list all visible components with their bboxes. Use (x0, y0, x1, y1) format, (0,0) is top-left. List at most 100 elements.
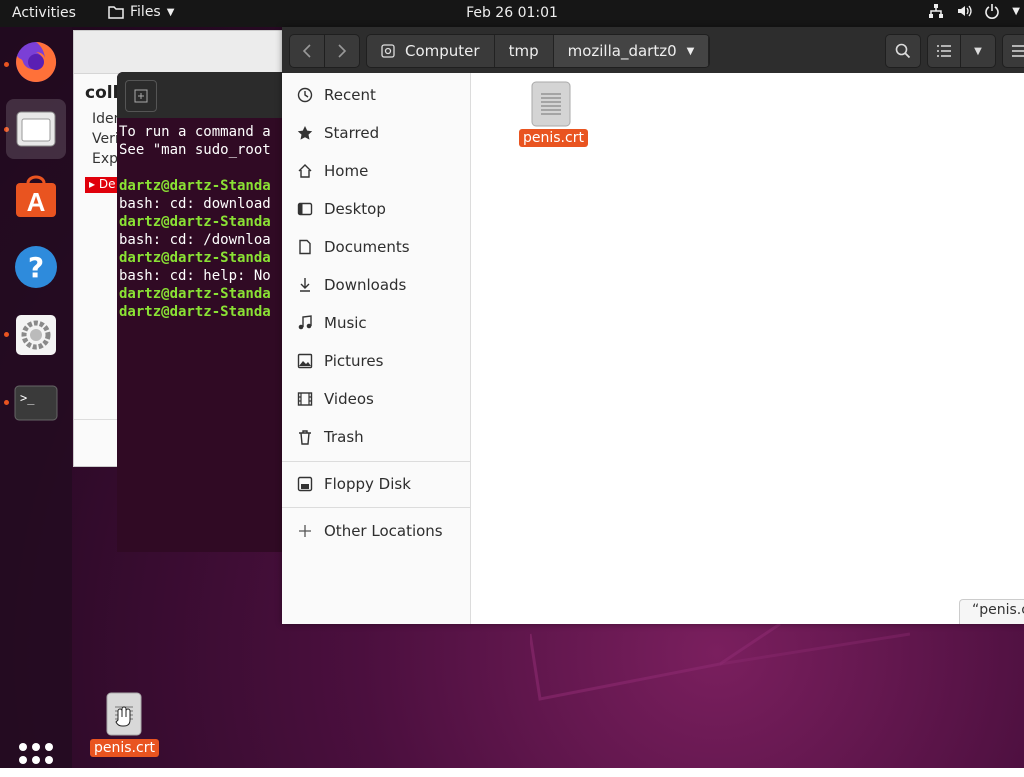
list-view-icon (937, 45, 951, 57)
volume-icon (958, 5, 972, 17)
home-icon (282, 163, 324, 179)
desktop-file-label[interactable]: penis.crt (90, 739, 159, 757)
sidebar-item-label: Recent (324, 86, 376, 104)
text-file-icon[interactable] (531, 81, 571, 127)
sidebar-item-label: Other Locations (324, 522, 443, 540)
sidebar-item-pictures[interactable]: Pictures (282, 343, 470, 379)
caret-down-icon: ▼ (166, 6, 175, 18)
forward-button[interactable] (324, 34, 360, 68)
terminal-line: bash: cd: help: No (119, 268, 271, 284)
dock-item-help[interactable]: ? (6, 237, 66, 297)
back-button[interactable] (289, 34, 325, 68)
dock-item-settings[interactable] (6, 305, 66, 365)
chevron-left-icon (302, 44, 311, 58)
new-tab-icon (134, 89, 148, 103)
star-icon (282, 125, 324, 141)
sidebar-item-home[interactable]: Home (282, 153, 470, 189)
download-icon (282, 277, 324, 293)
info-row: Exp (92, 151, 119, 167)
settings-icon (16, 315, 56, 355)
sidebar-divider (282, 461, 470, 462)
terminal-window[interactable]: To run a command a See "man sudo_root dar… (117, 72, 292, 552)
svg-text:?: ? (28, 251, 44, 284)
path-segment-computer[interactable]: Computer (367, 35, 495, 67)
terminal-line: dartz@dartz-Standa (119, 250, 271, 266)
terminal-header (117, 72, 292, 118)
software-icon: A (16, 175, 56, 217)
sidebar-item-recent[interactable]: Recent (282, 77, 470, 113)
search-button[interactable] (885, 34, 921, 68)
sidebar-item-label: Documents (324, 238, 410, 256)
terminal-icon: >_ (14, 385, 58, 421)
files-icon (16, 111, 56, 147)
list-view-button[interactable] (927, 34, 961, 68)
dock-item-terminal[interactable]: >_ (6, 373, 66, 433)
terminal-line: dartz@dartz-Standa (119, 214, 271, 230)
terminal-line: See "man sudo_root (119, 142, 271, 158)
view-options-button[interactable]: ▼ (960, 34, 996, 68)
system-tray[interactable]: ▼ (928, 3, 1024, 19)
path-segment-current[interactable]: mozilla_dartz0 ▼ (553, 35, 710, 67)
path-segment-tmp[interactable]: tmp (494, 35, 554, 67)
power-icon (985, 4, 1000, 19)
floppy-disk-icon (282, 476, 324, 492)
network-icon (929, 4, 944, 18)
music-note-icon (282, 315, 324, 331)
sidebar-item-label: Trash (324, 428, 364, 446)
places-sidebar: Recent Starred Home Desktop Documents Downloa… (282, 73, 471, 624)
file-view[interactable]: penis.crt “penis.c (471, 73, 1024, 624)
activities-button[interactable]: Activities (12, 5, 76, 21)
sidebar-item-music[interactable]: Music (282, 305, 470, 341)
path-label: tmp (508, 42, 539, 60)
sidebar-item-other-locations[interactable]: Other Locations (282, 513, 470, 549)
path-bar: Computer tmp mozilla_dartz0 ▼ (366, 34, 711, 68)
terminal-output[interactable]: To run a command a See "man sudo_root dar… (117, 118, 292, 321)
trash-icon (282, 429, 324, 445)
chevron-right-icon (338, 44, 347, 58)
sidebar-item-label: Downloads (324, 276, 407, 294)
sidebar-item-floppy-disk[interactable]: Floppy Disk (282, 466, 470, 502)
new-tab-button[interactable] (125, 80, 157, 112)
menu-button[interactable] (1002, 34, 1024, 68)
sidebar-item-label: Starred (324, 124, 380, 142)
svg-text:>_: >_ (20, 391, 35, 405)
document-icon (282, 239, 324, 255)
file-name-label[interactable]: penis.crt (519, 129, 588, 147)
top-bar: Activities Files ▼ Feb 26 01:01 ▼ (0, 0, 1024, 27)
desktop-file-icon[interactable] (106, 692, 142, 736)
caret-down-icon: ▼ (974, 45, 982, 57)
terminal-line: To run a command a (119, 124, 271, 140)
desktop-icon (282, 201, 324, 217)
terminal-line: dartz@dartz-Standa (119, 286, 271, 302)
sidebar-item-label: Pictures (324, 352, 384, 370)
dock-item-software[interactable]: A (6, 167, 66, 227)
caret-down-icon: ▼ (686, 45, 695, 57)
firefox-icon (16, 41, 57, 82)
terminal-line: dartz@dartz-Standa (119, 304, 271, 320)
path-label: Computer (405, 42, 480, 60)
sidebar-item-trash[interactable]: Trash (282, 419, 470, 455)
dock-item-files[interactable] (6, 99, 66, 159)
status-overlay: “penis.c (959, 599, 1024, 624)
sidebar-item-documents[interactable]: Documents (282, 229, 470, 265)
sidebar-item-starred[interactable]: Starred (282, 115, 470, 151)
files-window[interactable]: Computer tmp mozilla_dartz0 ▼ ▼ Recent St… (282, 27, 1024, 624)
folder-icon (108, 6, 124, 19)
wallpaper-decoration (530, 624, 910, 701)
terminal-line: bash: cd: /downloa (119, 232, 271, 248)
dock-item-firefox[interactable] (6, 32, 66, 92)
sidebar-item-downloads[interactable]: Downloads (282, 267, 470, 303)
clock[interactable]: Feb 26 01:01 (466, 5, 558, 21)
caret-down-icon: ▼ (1012, 5, 1020, 17)
sidebar-item-desktop[interactable]: Desktop (282, 191, 470, 227)
app-menu[interactable]: Files ▼ (108, 4, 174, 20)
sidebar-divider (282, 507, 470, 508)
hamburger-icon (1012, 45, 1024, 57)
sidebar-item-videos[interactable]: Videos (282, 381, 470, 417)
picture-icon (282, 353, 324, 369)
info-row: Veri (92, 131, 119, 147)
sidebar-item-label: Desktop (324, 200, 386, 218)
show-applications-button[interactable] (19, 743, 53, 777)
sidebar-item-label: Music (324, 314, 367, 332)
